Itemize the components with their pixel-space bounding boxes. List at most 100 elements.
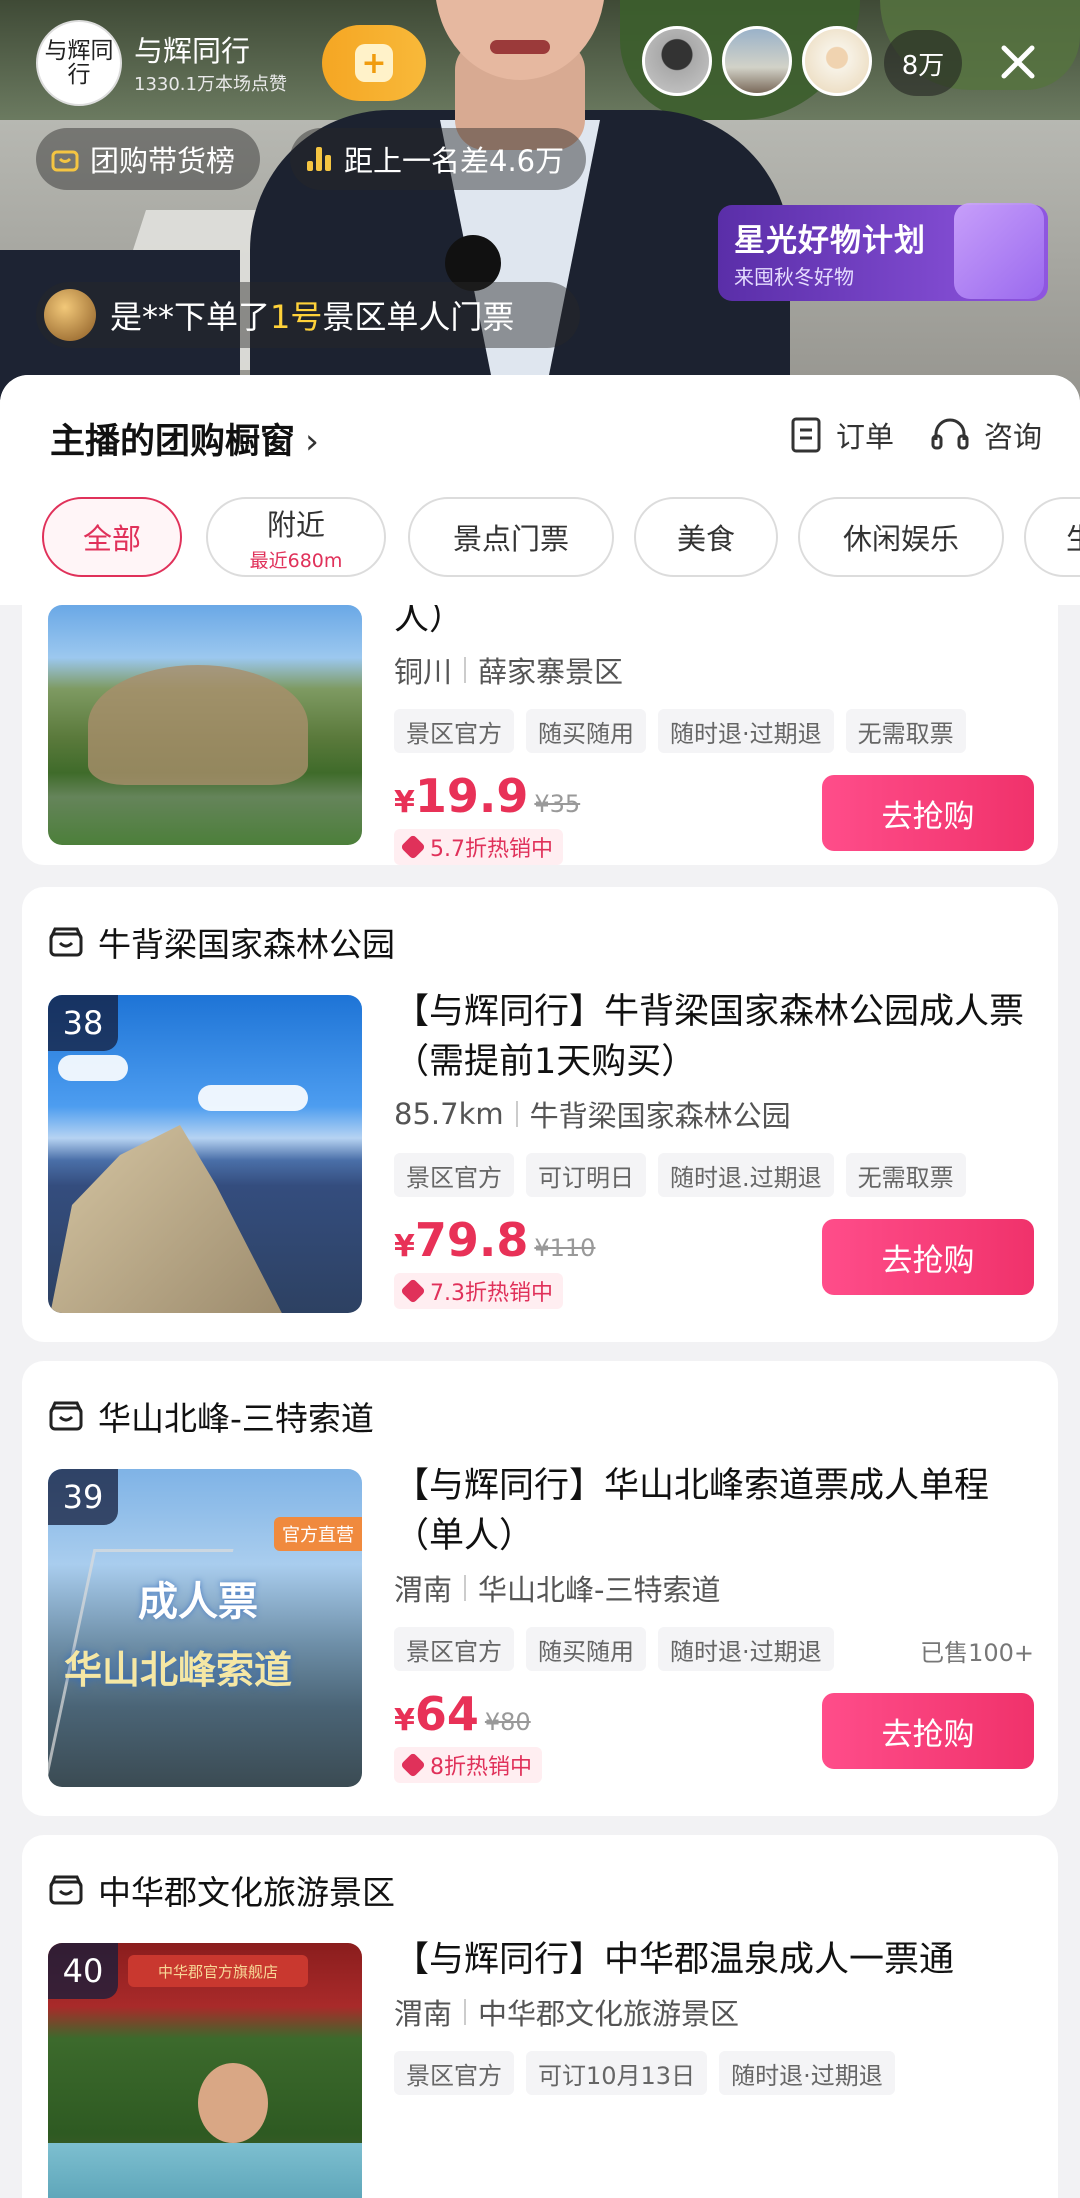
buy-button[interactable]: 去抢购 bbox=[822, 1219, 1034, 1295]
chip-label: 景点门票 bbox=[452, 522, 569, 556]
product-card[interactable]: 中华郡文化旅游景区 中华郡官方旗舰店 40 【与辉同行】中华郡温泉成人一票通 渭… bbox=[22, 1835, 1058, 2198]
promo-title: 星光好物计划 bbox=[734, 223, 926, 259]
sheet-title[interactable]: 主播的团购橱窗 › bbox=[50, 413, 319, 464]
product-price: ¥64 ¥80 bbox=[394, 1687, 531, 1741]
order-button[interactable]: 订单 bbox=[790, 411, 894, 459]
live-header: 与辉同行 与辉同行 1330.1万本场点赞 + 8万 bbox=[36, 20, 1044, 106]
location-city: 渭南 bbox=[394, 1573, 453, 1607]
product-image[interactable]: 38 bbox=[48, 995, 362, 1313]
chip-label: 附近 bbox=[266, 507, 325, 542]
product-price: ¥19.9 ¥35 bbox=[394, 769, 580, 823]
group-buy-sheet: 主播的团购橱窗 › 订单 咨询 全部 附近 最近680m 景点门票 美食 休闲娱乐 … bbox=[0, 375, 1080, 2198]
bar-chart-icon bbox=[304, 145, 334, 173]
product-tags: 景区官方 随买随用 随时退·过期退 无需取票 bbox=[394, 709, 1034, 753]
image-text: 华山北峰索道 bbox=[64, 1648, 293, 1692]
store-name: 牛背梁国家森林公园 bbox=[98, 925, 395, 964]
sheet-header: 主播的团购橱窗 › 订单 咨询 全部 附近 最近680m 景点门票 美食 休闲娱乐 … bbox=[0, 375, 1080, 605]
location-venue: 中华郡文化旅游景区 bbox=[478, 1997, 740, 2031]
tag-icon bbox=[400, 834, 426, 860]
consult-label: 咨询 bbox=[984, 420, 1043, 454]
buy-button[interactable]: 去抢购 bbox=[822, 775, 1034, 851]
chip-food[interactable]: 美食 bbox=[634, 497, 778, 577]
rank-badge[interactable]: 团购带货榜 bbox=[36, 128, 260, 190]
viewer-avatar[interactable] bbox=[642, 26, 712, 96]
image-banner: 中华郡官方旗舰店 bbox=[128, 1955, 308, 1987]
tag: 随买随用 bbox=[526, 1627, 646, 1671]
discount-badge: 8折热销中 bbox=[394, 1747, 542, 1783]
sold-count: 已售100+ bbox=[920, 1639, 1034, 1667]
product-location: 渭南 华山北峰-三特索道 bbox=[394, 1567, 1034, 1609]
product-location: 铜川 薛家寨景区 bbox=[394, 649, 1034, 691]
product-title[interactable]: 【与辉同行】中华郡温泉成人一票通 bbox=[394, 1935, 1034, 1985]
product-location: 85.7km 牛背梁国家森林公园 bbox=[394, 1093, 1034, 1135]
discount-text: 7.3折热销中 bbox=[430, 1281, 553, 1306]
buy-button[interactable]: 去抢购 bbox=[822, 1693, 1034, 1769]
consult-button[interactable]: 咨询 bbox=[930, 411, 1042, 459]
host-avatar[interactable]: 与辉同行 bbox=[36, 20, 122, 106]
tag: 景区官方 bbox=[394, 1627, 514, 1671]
tag: 无需取票 bbox=[845, 709, 966, 753]
product-image[interactable]: 官方直营 成人票 华山北峰索道 39 bbox=[48, 1469, 362, 1787]
product-title[interactable]: 【与辉同行】牛背梁国家森林公园成人票（需提前1天购买） bbox=[394, 987, 1034, 1087]
tag-icon bbox=[400, 1278, 426, 1304]
chevron-right-icon: › bbox=[305, 422, 320, 462]
order-msg-prefix: 是**下单了 bbox=[110, 298, 271, 336]
tag: 随时退.过期退 bbox=[658, 1153, 834, 1197]
host-likes: 1330.1万本场点赞 bbox=[134, 74, 287, 95]
store-name-row[interactable]: 华山北峰-三特索道 bbox=[48, 1391, 374, 1441]
tag-icon bbox=[400, 1752, 426, 1778]
product-tags: 景区官方 随买随用 随时退·过期退 已售100+ bbox=[394, 1627, 1034, 1671]
product-number: 38 bbox=[48, 995, 118, 1051]
product-location: 渭南 中华郡文化旅游景区 bbox=[394, 1991, 1034, 2033]
tag: 随时退·过期退 bbox=[658, 1627, 834, 1671]
sheet-title-text: 主播的团购橱窗 bbox=[50, 422, 296, 462]
category-chips: 全部 附近最近680m 景点门票 美食 休闲娱乐 生 bbox=[42, 497, 1080, 581]
tag: 随时退·过期退 bbox=[658, 709, 834, 753]
rank-label: 团购带货榜 bbox=[90, 144, 236, 178]
store-name-row[interactable]: 中华郡文化旅游景区 bbox=[48, 1865, 395, 1915]
product-card[interactable]: 华山北峰-三特索道 官方直营 成人票 华山北峰索道 39 【与辉同行】华山北峰索… bbox=[22, 1361, 1058, 1816]
rank-gap: 距上一名差4.6万 bbox=[344, 144, 565, 178]
viewer-avatar[interactable] bbox=[802, 26, 872, 96]
rank-gap-badge[interactable]: 距上一名差4.6万 bbox=[290, 128, 586, 190]
chip-leisure[interactable]: 休闲娱乐 bbox=[798, 497, 1004, 577]
order-label: 订单 bbox=[836, 420, 895, 454]
host-info[interactable]: 与辉同行 与辉同行 1330.1万本场点赞 bbox=[36, 20, 316, 106]
store-icon bbox=[49, 1875, 83, 1905]
product-number: 40 bbox=[48, 1943, 118, 1999]
live-room-screen: 与辉同行 与辉同行 1330.1万本场点赞 + 8万 团购带货榜 距上一名差4.… bbox=[0, 0, 1080, 2198]
product-image[interactable] bbox=[48, 605, 362, 845]
chip-label: 生 bbox=[1066, 516, 1080, 558]
shopping-bag-icon bbox=[954, 203, 1044, 299]
product-price: ¥79.8 ¥110 bbox=[394, 1213, 595, 1267]
host-name[interactable]: 与辉同行 bbox=[134, 28, 250, 70]
product-title[interactable]: 【与辉同行】华山北峰索道票成人单程（单人） bbox=[394, 1461, 1034, 1561]
viewer-avatar[interactable] bbox=[722, 26, 792, 96]
follow-button[interactable]: + bbox=[322, 25, 426, 101]
product-card[interactable]: 人） 铜川 薛家寨景区 景区官方 随买随用 随时退·过期退 无需取票 ¥19.9 ¥… bbox=[22, 605, 1058, 865]
promo-banner[interactable]: 星光好物计划 来囤秋冬好物 bbox=[718, 203, 1048, 301]
location-venue: 华山北峰-三特索道 bbox=[478, 1573, 721, 1607]
location-city: 铜川 bbox=[394, 655, 453, 689]
discount-badge: 5.7折热销中 bbox=[394, 829, 563, 865]
chip-all[interactable]: 全部 bbox=[42, 497, 182, 577]
chip-label: 美食 bbox=[676, 522, 735, 556]
original-price: ¥80 bbox=[484, 1708, 531, 1736]
location-city: 渭南 bbox=[394, 1997, 453, 2031]
price-value: 19.9 bbox=[414, 769, 529, 823]
viewer-count[interactable]: 8万 bbox=[884, 30, 962, 96]
chip-nearby[interactable]: 附近 最近680m bbox=[206, 497, 386, 577]
currency: ¥ bbox=[394, 1703, 415, 1738]
chip-label: 休闲娱乐 bbox=[842, 522, 959, 556]
product-image[interactable]: 中华郡官方旗舰店 40 bbox=[48, 1943, 362, 2198]
location-venue: 牛背梁国家森林公园 bbox=[529, 1099, 791, 1133]
product-card[interactable]: 牛背梁国家森林公园 38 【与辉同行】牛背梁国家森林公园成人票（需提前1天购买）… bbox=[22, 887, 1058, 1342]
store-name-row[interactable]: 牛背梁国家森林公园 bbox=[48, 917, 395, 967]
price-value: 79.8 bbox=[414, 1213, 529, 1267]
chip-tickets[interactable]: 景点门票 bbox=[408, 497, 614, 577]
store-name: 华山北峰-三特索道 bbox=[98, 1399, 374, 1438]
product-list[interactable]: 人） 铜川 薛家寨景区 景区官方 随买随用 随时退·过期退 无需取票 ¥19.9 ¥… bbox=[0, 605, 1080, 2198]
chip-life[interactable]: 生 bbox=[1024, 497, 1080, 577]
product-title[interactable]: 人） bbox=[394, 605, 1034, 643]
close-icon[interactable] bbox=[990, 34, 1046, 90]
